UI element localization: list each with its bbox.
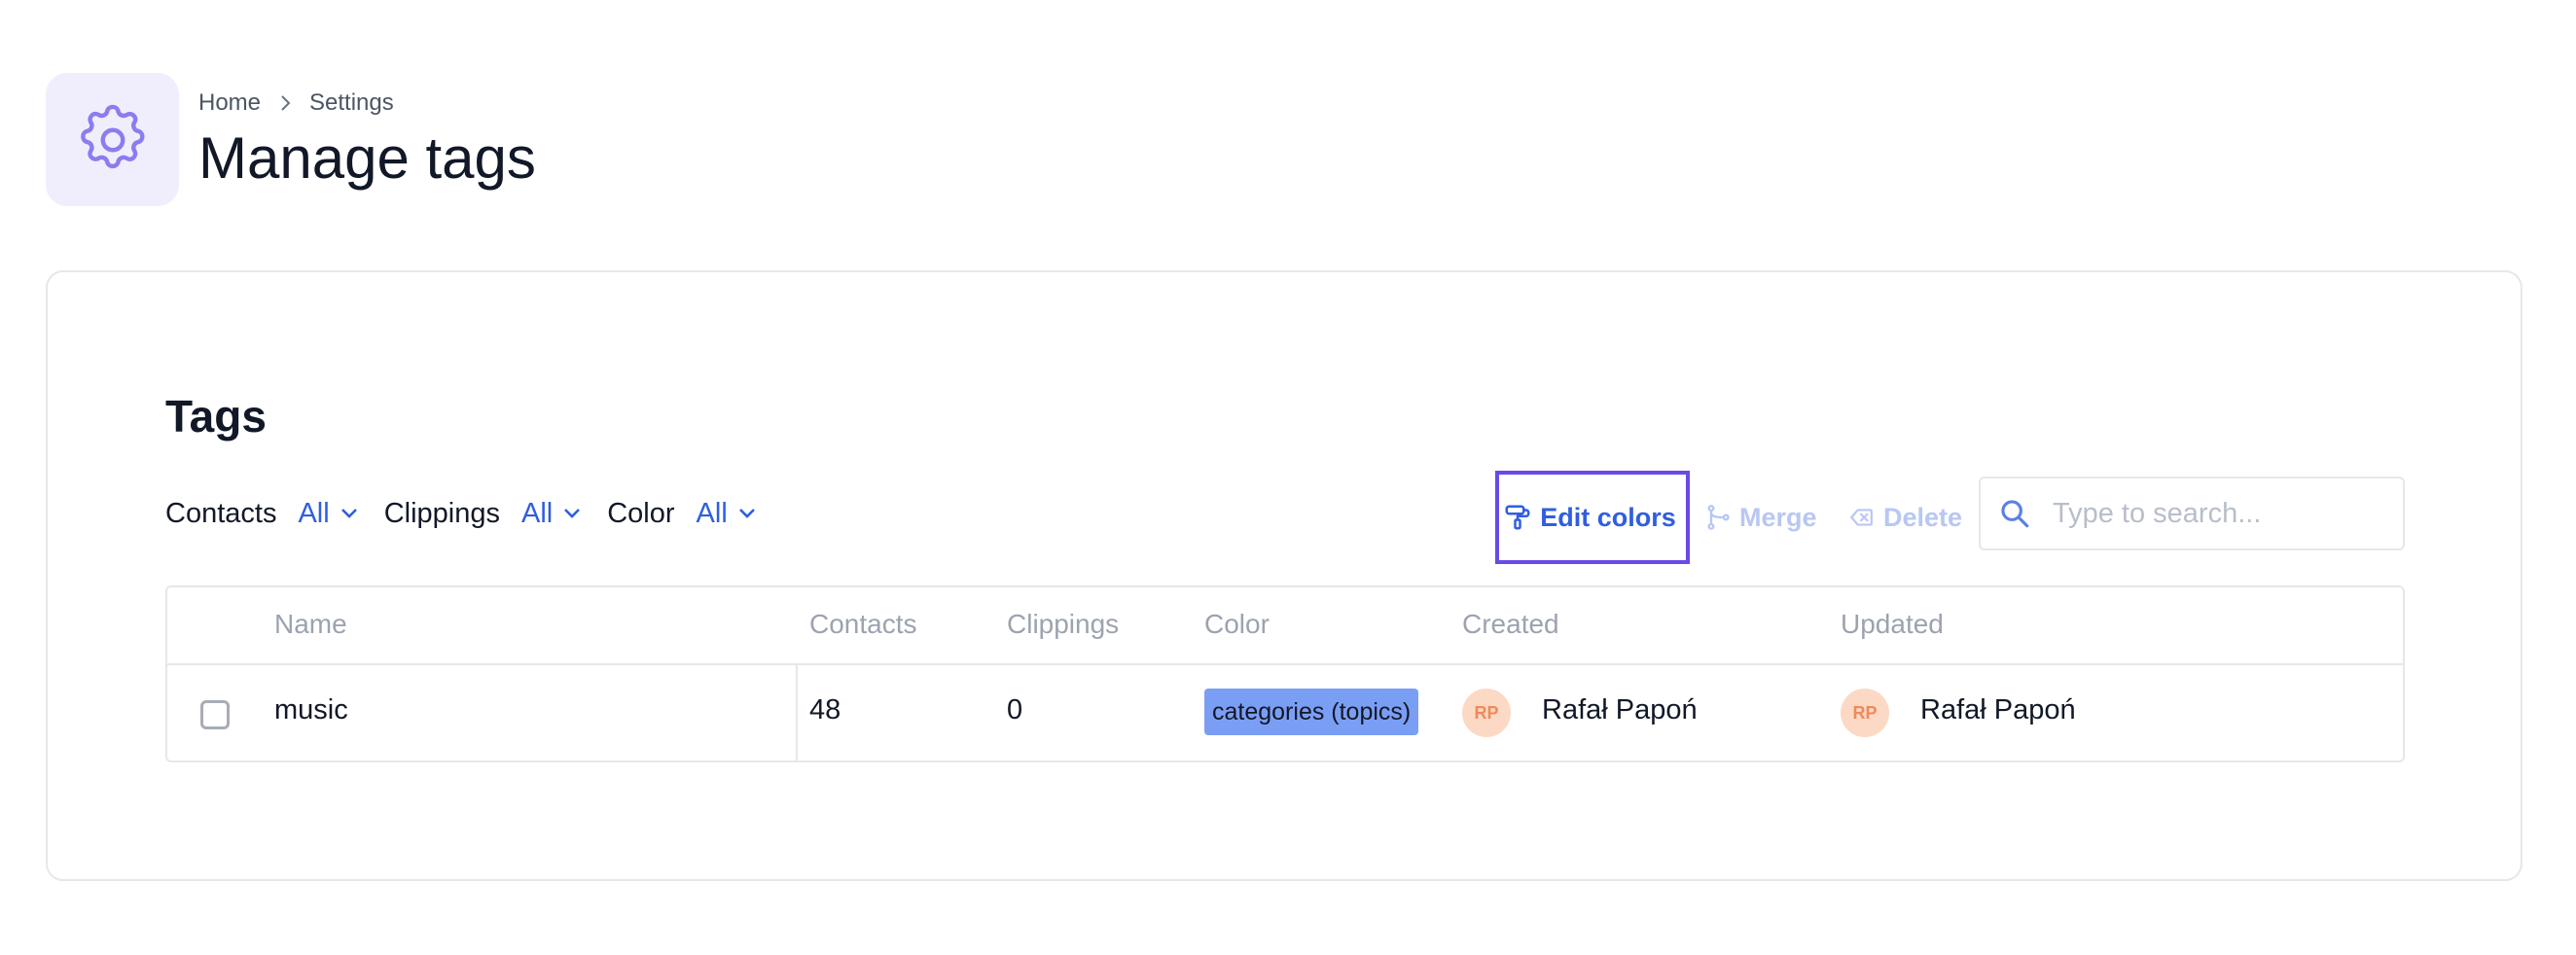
column-divider — [796, 665, 798, 760]
column-header-created[interactable]: Created — [1462, 609, 1559, 640]
chevron-down-icon — [564, 509, 581, 518]
section-title: Tags — [165, 391, 267, 442]
delete-button[interactable]: Delete — [1846, 471, 1962, 564]
breadcrumb: Home Settings — [198, 89, 394, 117]
gear-icon — [80, 104, 145, 168]
chevron-right-icon — [278, 93, 292, 113]
filter-value-contacts: All — [298, 497, 330, 529]
search-icon — [2001, 500, 2029, 528]
breadcrumb-home[interactable]: Home — [198, 89, 261, 117]
avatar: RP — [1462, 689, 1511, 737]
merge-label: Merge — [1739, 502, 1817, 532]
cell-clippings: 0 — [1007, 694, 1023, 725]
merge-icon — [1707, 505, 1730, 530]
page-title: Manage tags — [198, 125, 536, 191]
backspace-icon — [1850, 509, 1873, 526]
edit-colors-button[interactable]: Edit colors — [1495, 471, 1690, 564]
page-icon-box — [46, 73, 179, 206]
filter-label-color: Color — [607, 497, 675, 529]
filter-select-color[interactable]: All — [697, 498, 757, 530]
tags-card — [46, 270, 2522, 881]
cell-contacts: 48 — [809, 694, 841, 725]
chevron-down-icon — [340, 509, 357, 518]
filter-value-clippings: All — [520, 497, 554, 529]
filter-value-color: All — [696, 497, 728, 529]
merge-button[interactable]: Merge — [1704, 471, 1817, 564]
column-header-clippings[interactable]: Clippings — [1007, 609, 1119, 640]
filter-select-contacts[interactable]: All — [298, 498, 358, 530]
tags-table: Name Contacts Clippings Color Created Up… — [165, 585, 2405, 762]
filters-bar: Contacts All Clippings All Color All — [165, 494, 782, 533]
row-checkbox[interactable] — [200, 700, 230, 729]
cell-created-by: Rafał Papoń — [1542, 694, 1698, 725]
filter-label-contacts: Contacts — [165, 497, 277, 529]
cell-name: music — [274, 694, 348, 725]
table-row[interactable]: music 48 0 categories (topics) RP Rafał … — [167, 665, 2403, 760]
chevron-down-icon — [738, 509, 755, 518]
cell-updated-by: Rafał Papoń — [1920, 694, 2076, 725]
table-header: Name Contacts Clippings Color Created Up… — [167, 587, 2403, 665]
breadcrumb-settings[interactable]: Settings — [309, 89, 394, 117]
column-header-contacts[interactable]: Contacts — [809, 609, 917, 640]
column-header-name[interactable]: Name — [274, 609, 347, 640]
search-box — [1979, 477, 2405, 550]
search-input[interactable] — [2051, 496, 2385, 531]
color-badge: categories (topics) — [1204, 689, 1419, 735]
avatar: RP — [1841, 689, 1889, 737]
filter-label-clippings: Clippings — [383, 497, 500, 529]
column-header-color[interactable]: Color — [1204, 609, 1270, 640]
edit-colors-label: Edit colors — [1540, 502, 1676, 532]
filter-select-clippings[interactable]: All — [521, 498, 582, 530]
column-header-updated[interactable]: Updated — [1841, 609, 1944, 640]
delete-label: Delete — [1883, 502, 1963, 532]
paint-roller-icon — [1505, 505, 1530, 530]
